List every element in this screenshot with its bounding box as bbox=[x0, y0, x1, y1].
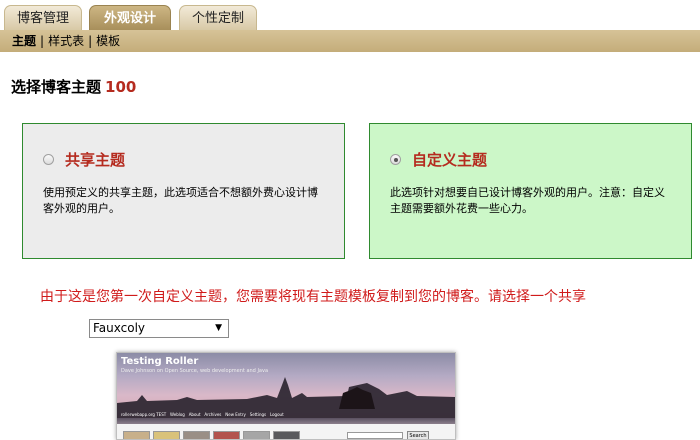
shared-theme-radio-label[interactable]: 共享主题 bbox=[43, 149, 125, 169]
preview-nav-item: rollerwebapp.org TEST bbox=[121, 412, 167, 417]
theme-preview-image: Testing Roller Dave Johnson on Open Sour… bbox=[116, 352, 456, 440]
custom-theme-option[interactable]: 自定义主题 此选项针对想要自已设计博客外观的用户。注意：自定义主题需要额外花费一… bbox=[369, 123, 692, 259]
preview-thumbnail bbox=[183, 431, 210, 439]
preview-thumbnail bbox=[273, 431, 300, 439]
shared-theme-option[interactable]: 共享主题 使用预定义的共享主题，此选项适合不想额外费心设计博客外观的用户。 bbox=[22, 123, 345, 259]
preview-thumbnail bbox=[243, 431, 270, 439]
tab-blog-management[interactable]: 博客管理 bbox=[4, 5, 82, 30]
preview-blog-title: Testing Roller bbox=[121, 356, 199, 367]
preview-thumbnail bbox=[153, 431, 180, 439]
first-customization-notice: 由于这是您第一次自定义主题，您需要将现有主题模板复制到您的博客。请选择一个共享 bbox=[40, 289, 586, 305]
custom-theme-radio-label[interactable]: 自定义主题 bbox=[390, 149, 487, 169]
preview-nav-item: New Entry bbox=[225, 412, 246, 417]
preview-thumbnail bbox=[213, 431, 240, 439]
custom-theme-title: 自定义主题 bbox=[412, 150, 488, 169]
subnav-item-theme[interactable]: 主题 bbox=[12, 34, 36, 48]
shared-theme-radio[interactable] bbox=[43, 153, 54, 165]
preview-thumbnail bbox=[123, 431, 150, 439]
preview-blog-subtitle: Dave Johnson on Open Source, web develop… bbox=[121, 368, 269, 374]
tab-personal-customization[interactable]: 个性定制 bbox=[179, 5, 257, 30]
custom-theme-description: 此选项针对想要自已设计博客外观的用户。注意：自定义主题需要额外花费一些心力。 bbox=[390, 186, 665, 215]
preview-nav-item: Logout bbox=[269, 412, 284, 417]
preview-nav-item: About bbox=[188, 412, 201, 417]
preview-thumbnails bbox=[123, 431, 300, 439]
subnav-item-template[interactable]: 模板 bbox=[96, 34, 120, 48]
shared-theme-title: 共享主题 bbox=[65, 150, 126, 169]
tab-bar: 博客管理 外观设计 个性定制 bbox=[0, 0, 700, 30]
shared-theme-select-value: Fauxcoly bbox=[93, 321, 146, 335]
dropdown-arrow-icon: ▼ bbox=[215, 323, 222, 333]
preview-water bbox=[117, 418, 455, 424]
subnav-item-stylesheet[interactable]: 样式表 bbox=[48, 34, 84, 48]
page-title: 选择博客主题 100 bbox=[11, 76, 136, 97]
preview-nav-item: Weblog bbox=[170, 412, 185, 417]
page-title-text: 选择博客主题 bbox=[11, 78, 102, 96]
custom-theme-radio[interactable] bbox=[390, 153, 401, 165]
preview-search-button: Search bbox=[407, 431, 429, 439]
shared-theme-select[interactable]: Fauxcoly ▼ bbox=[89, 319, 229, 338]
preview-search-input bbox=[347, 432, 403, 439]
subnav-separator: | bbox=[40, 34, 45, 48]
tab-appearance-design[interactable]: 外观设计 bbox=[89, 5, 171, 30]
shared-theme-description: 使用预定义的共享主题，此选项适合不想额外费心设计博客外观的用户。 bbox=[43, 186, 318, 215]
preview-nav-bar: rollerwebapp.org TEST Weblog About Archi… bbox=[117, 411, 455, 418]
sub-navigation: 主题 | 样式表 | 模板 bbox=[0, 30, 700, 52]
theme-count: 100 bbox=[105, 78, 137, 96]
preview-nav-item: Settings bbox=[249, 412, 267, 417]
subnav-separator: | bbox=[88, 34, 93, 48]
preview-nav-item: Archives bbox=[204, 412, 222, 417]
